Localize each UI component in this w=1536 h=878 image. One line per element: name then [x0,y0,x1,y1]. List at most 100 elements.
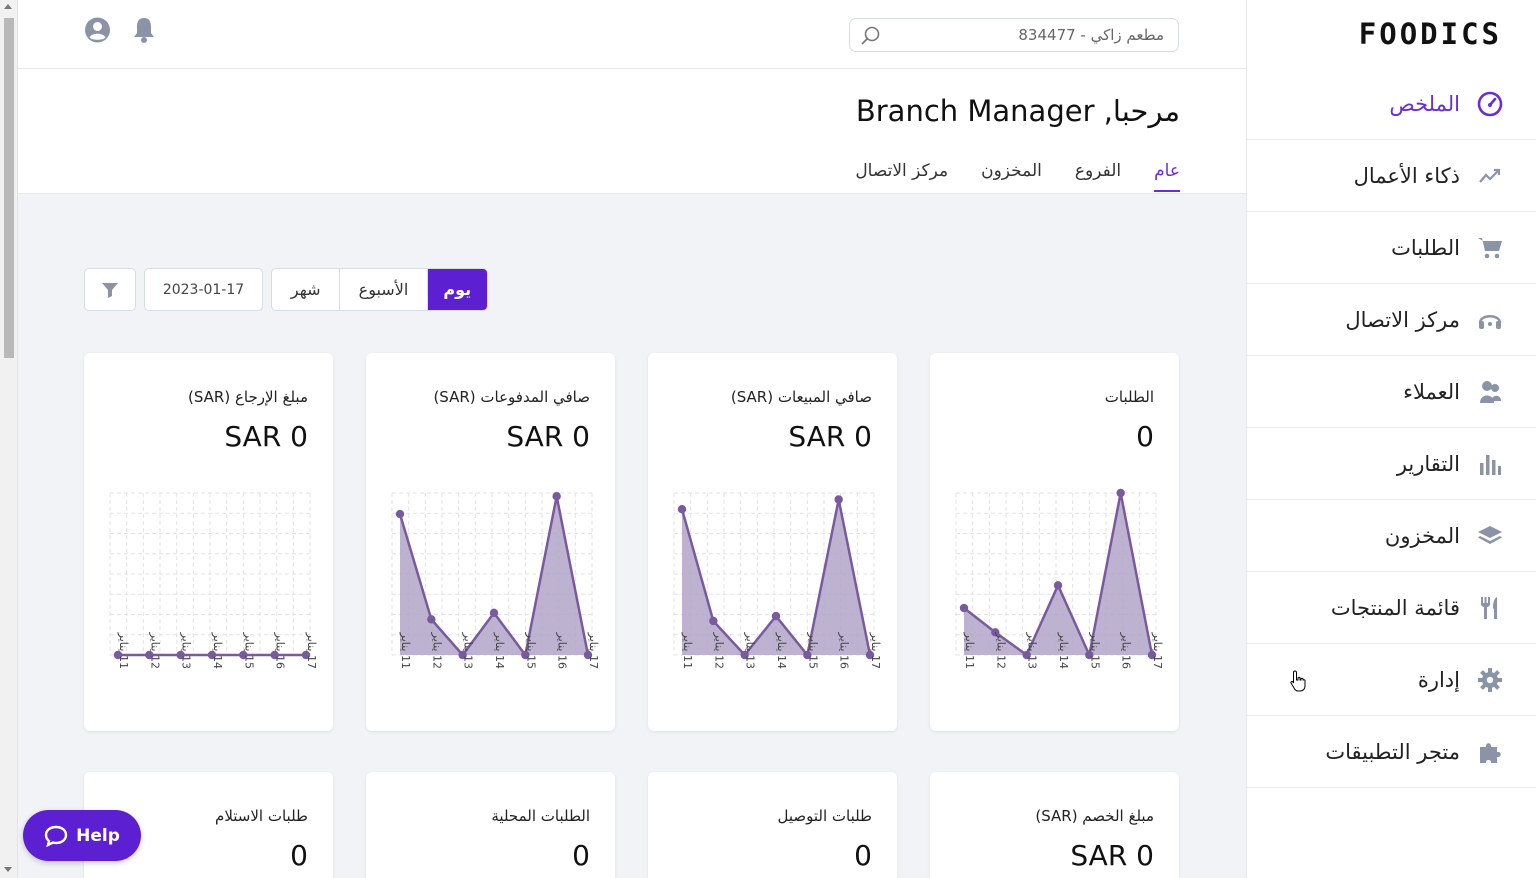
page-title: مرحبا, Branch Manager [855,94,1180,128]
mouse-pointer-icon [1289,669,1307,697]
sidebar-item-label: ذكاء الأعمال [1353,163,1460,188]
sidebar-item-label: العملاء [1403,379,1460,404]
notification-bell-icon[interactable] [132,16,156,48]
card-title: مبلغ الإرجاع (SAR) [187,388,308,406]
net-payments-card: صافي المدفوعات (SAR) SAR 0 11 يناير 12 ين… [366,353,615,731]
sidebar-item-label: متجر التطبيقات [1325,739,1460,764]
help-button[interactable]: Help [23,810,141,861]
data-point [395,509,405,519]
x-tick-label: 15 يناير [1088,632,1101,669]
sidebar-item-app-store[interactable]: متجر التطبيقات [1247,716,1536,788]
sidebar-item-label: مركز الاتصال [1345,307,1460,332]
data-point [834,495,843,504]
orders-chart: 11 يناير 12 يناير 13 يناير 14 يناير 15 يناير… [955,488,1164,669]
sidebar-item-label: إدارة [1417,667,1460,692]
x-tick-label: 17 يناير [869,632,882,669]
period-month-button[interactable]: شهر [272,269,341,310]
trend-icon [1476,162,1504,190]
x-tick-label: 13 يناير [1026,632,1039,669]
card-title: مبلغ الخصم (SAR) [1035,807,1154,825]
x-tick-label: 14 يناير [775,632,788,669]
gear-icon [1476,666,1504,694]
page-scrollbar[interactable] [0,0,18,878]
tab-general[interactable]: عام [1154,161,1180,192]
card-value: SAR 0 [506,420,590,453]
x-tick-label: 15 يناير [806,632,819,669]
card-title: صافي المبيعات (SAR) [730,388,872,406]
sidebar-item-label: التقارير [1396,451,1460,476]
tab-branches[interactable]: الفروع [1075,161,1121,192]
x-tick-label: 13 يناير [744,632,757,669]
scroll-down-arrow[interactable] [4,867,12,872]
sidebar-item-orders[interactable]: الطلبات [1247,212,1536,284]
period-week-button[interactable]: الأسبوع [340,269,428,310]
x-tick-label: 11 يناير [399,632,412,669]
discount-amount-card: مبلغ الخصم (SAR) SAR 0 [930,772,1179,878]
x-tick-label: 16 يناير [1120,632,1133,669]
x-tick-label: 16 يناير [556,632,569,669]
data-point [771,611,781,621]
x-tick-label: 13 يناير [462,632,475,669]
x-tick-label: 17 يناير [1151,632,1164,669]
data-point [709,616,718,626]
user-account-icon[interactable] [84,16,111,48]
layers-icon [1476,522,1504,550]
dashboard-header: مرحبا, Branch Manager عام الفروع المخزون… [18,69,1246,194]
sidebar-item-customers[interactable]: العملاء [1247,356,1536,428]
net-sales-card: صافي المبيعات (SAR) SAR 0 11 يناير 12 ينا… [648,353,897,731]
card-title: طلبات الاستلام [215,807,308,825]
x-tick-label: 14 يناير [211,632,224,669]
scroll-up-arrow[interactable] [4,4,12,9]
sidebar-item-label: الملخص [1389,91,1460,116]
data-point [489,608,499,618]
refund-amount-card: مبلغ الإرجاع (SAR) SAR 0 11 يناير 12 يناي… [84,353,333,731]
net-sales-chart: 11 يناير 12 يناير 13 يناير 14 يناير 15 يناير… [673,492,882,669]
data-point [427,615,436,624]
x-tick-label: 11 يناير [963,632,976,669]
search-value: مطعم زاكي - 834477 [1018,26,1164,44]
x-tick-label: 14 يناير [1057,632,1070,669]
users-icon [1476,378,1504,406]
tab-call-center[interactable]: مركز الاتصال [855,161,948,192]
card-value: SAR 0 [1070,839,1154,872]
sidebar-item-summary[interactable]: الملخص [1247,68,1536,140]
dine-in-orders-card: الطلبات المحلية 0 [366,772,615,878]
logo-text: FOODICS [1358,17,1502,51]
refund-amount-chart: 11 يناير 12 يناير 13 يناير 14 يناير 15 يناير… [109,492,318,669]
foodics-logo[interactable]: FOODICS [1247,0,1536,68]
sidebar-item-business-intelligence[interactable]: ذكاء الأعمال [1247,140,1536,212]
x-tick-label: 14 يناير [493,632,506,669]
sidebar-item-menu[interactable]: قائمة المنتجات [1247,572,1536,644]
branch-search-input[interactable]: مطعم زاكي - 834477 [849,18,1179,52]
period-day-button[interactable]: يوم [427,269,487,310]
chat-bubble-icon [44,825,68,847]
data-point [677,505,687,514]
x-tick-label: 17 يناير [305,632,318,669]
search-icon [860,25,882,51]
tab-inventory[interactable]: المخزون [981,161,1042,192]
card-value: 0 [572,839,590,872]
series-area [400,496,588,655]
x-tick-label: 12 يناير [994,632,1007,669]
sidebar-item-call-center[interactable]: مركز الاتصال [1247,284,1536,356]
card-title: طلبات التوصيل [777,807,872,825]
data-point [1053,581,1063,590]
data-point [1116,488,1125,498]
x-tick-label: 15 يناير [524,632,537,669]
x-tick-label: 12 يناير [712,632,725,669]
puzzle-icon [1476,738,1504,766]
x-tick-label: 13 يناير [180,632,193,669]
bar-chart-icon [1476,450,1504,478]
card-value: SAR 0 [788,420,872,453]
sidebar-item-reports[interactable]: التقارير [1247,428,1536,500]
filter-button[interactable] [84,268,136,311]
card-value: SAR 0 [224,420,308,453]
date-picker[interactable]: 2023-01-17 [144,268,263,311]
help-label: Help [76,825,120,846]
sidebar-item-inventory[interactable]: المخزون [1247,500,1536,572]
card-value: 0 [290,839,308,872]
card-title: الطلبات [1104,388,1154,406]
x-tick-label: 12 يناير [148,632,161,669]
sidebar-item-label: المخزون [1384,523,1460,548]
scroll-thumb[interactable] [4,18,14,358]
